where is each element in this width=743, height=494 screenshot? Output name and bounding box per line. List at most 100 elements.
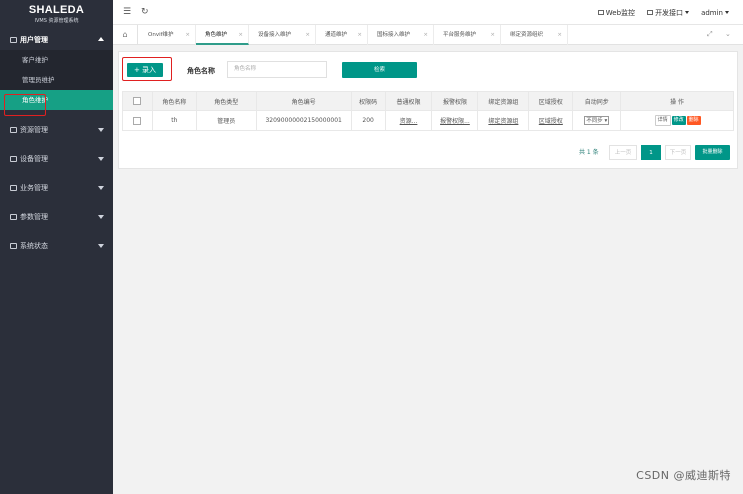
sidebar-item-customer[interactable]: 客户维护 bbox=[0, 50, 113, 70]
tab-bind-resource[interactable]: 绑定资源组织 × bbox=[501, 25, 568, 45]
tab-label: 通道维护 bbox=[325, 32, 348, 38]
cell-actions: 详情 修改 删除 bbox=[620, 110, 734, 131]
highlight-box-add-button bbox=[122, 57, 172, 81]
tab-label: 平台服务维护 bbox=[443, 32, 477, 38]
tab-channel[interactable]: 通道维护 × bbox=[316, 25, 368, 45]
cell-normal-perm: 资源... bbox=[384, 110, 433, 131]
tab-label: 设备接入维护 bbox=[258, 32, 292, 38]
close-icon[interactable]: × bbox=[238, 25, 243, 45]
settings-icon bbox=[10, 214, 17, 220]
delete-button[interactable]: 删除 bbox=[686, 116, 701, 125]
edit-button[interactable]: 修改 bbox=[671, 116, 686, 125]
close-icon[interactable]: × bbox=[185, 25, 190, 45]
select-all-checkbox[interactable] bbox=[133, 97, 142, 105]
highlight-box-role-menu bbox=[4, 94, 46, 116]
monitor-icon bbox=[10, 243, 17, 249]
service-icon bbox=[10, 185, 17, 191]
tab-platform-service[interactable]: 平台服务维护 × bbox=[434, 25, 501, 45]
bind-group-link[interactable]: 绑定资源组 bbox=[488, 118, 518, 125]
column-header: 权限码 bbox=[350, 91, 386, 111]
auto-sync-select[interactable]: 不同步 ▾ bbox=[584, 116, 610, 125]
sidebar-group-resource[interactable]: 资源管理 bbox=[0, 120, 113, 140]
device-icon bbox=[10, 156, 17, 162]
cell-role-code: 32090000002150000001 bbox=[255, 110, 352, 131]
top-header: ☰ ↻ Web监控 开发接口 admin bbox=[113, 0, 743, 25]
chevron-down-icon bbox=[98, 215, 104, 219]
cell-region-auth: 区域授权 bbox=[528, 110, 574, 131]
folder-icon bbox=[10, 127, 17, 133]
batch-delete-button[interactable]: 批量删除 bbox=[695, 145, 730, 160]
sidebar-item-admin[interactable]: 管理员维护 bbox=[0, 70, 113, 90]
tabs-bar: ⌂ Onvif维护 × 角色维护 × 设备接入维护 × 通道维护 × 国标接入维护 × 平… bbox=[113, 25, 743, 45]
column-header: 操 作 bbox=[620, 91, 734, 111]
sidebar-group-user-management[interactable]: 用户管理 bbox=[0, 30, 113, 50]
sidebar-group-label: 参数管理 bbox=[20, 213, 48, 221]
region-auth-link[interactable]: 区域授权 bbox=[539, 118, 563, 125]
alarm-perm-link[interactable]: 报警权限... bbox=[440, 118, 470, 125]
column-header: 角色名称 bbox=[151, 91, 197, 111]
close-icon[interactable]: × bbox=[557, 25, 562, 45]
home-icon[interactable]: ⌂ bbox=[113, 25, 138, 45]
dev-interface-menu[interactable]: 开发接口 bbox=[647, 8, 690, 18]
tab-gb-access[interactable]: 国标接入维护 × bbox=[368, 25, 434, 45]
chevron-down-icon bbox=[98, 244, 104, 248]
column-header: 区域授权 bbox=[528, 91, 574, 111]
close-icon[interactable]: × bbox=[305, 25, 310, 45]
chevron-down-icon bbox=[98, 186, 104, 190]
cell-auto-sync: 不同步 ▾ bbox=[572, 110, 622, 131]
select-all-cell bbox=[122, 91, 153, 111]
page-1-button[interactable]: 1 bbox=[641, 145, 661, 160]
tab-onvif[interactable]: Onvif维护 × bbox=[139, 25, 196, 45]
row-select-cell bbox=[122, 110, 153, 131]
sidebar-group-label: 资源管理 bbox=[20, 126, 48, 134]
tab-label: 绑定资源组织 bbox=[510, 32, 544, 38]
user-name: admin bbox=[701, 9, 723, 17]
column-header: 角色编号 bbox=[255, 91, 352, 111]
column-header: 角色类型 bbox=[195, 91, 257, 111]
search-input[interactable]: 角色名称 bbox=[227, 61, 327, 78]
cell-perm-code: 200 bbox=[350, 110, 386, 131]
next-page-button[interactable]: 下一页 bbox=[665, 145, 691, 160]
web-monitor-label: Web监控 bbox=[605, 9, 636, 17]
table-header-row: 角色名称 角色类型 角色编号 权限码 普通权限 报警权限 绑定资源组 区域授权 … bbox=[122, 91, 734, 111]
menu-icon[interactable]: ☰ bbox=[123, 7, 131, 17]
sidebar-group-label: 设备管理 bbox=[20, 155, 48, 163]
chevron-down-icon[interactable]: ⌄ bbox=[725, 30, 731, 38]
prev-page-button[interactable]: 上一页 bbox=[609, 145, 637, 160]
chevron-up-icon bbox=[98, 37, 104, 41]
column-header: 绑定资源组 bbox=[477, 91, 530, 111]
sidebar-group-service[interactable]: 业务管理 bbox=[0, 178, 113, 198]
tab-label: 国标接入维护 bbox=[377, 32, 411, 38]
logo-title: SHALEDA bbox=[28, 4, 85, 16]
chevron-down-icon bbox=[98, 128, 104, 132]
web-monitor-link[interactable]: Web监控 bbox=[597, 8, 636, 18]
column-header: 报警权限 bbox=[431, 91, 479, 111]
close-icon[interactable]: × bbox=[423, 25, 428, 45]
sidebar-group-device[interactable]: 设备管理 bbox=[0, 149, 113, 169]
chevron-down-icon bbox=[98, 157, 104, 161]
tab-label: Onvif维护 bbox=[148, 32, 174, 38]
normal-perm-link[interactable]: 资源... bbox=[400, 118, 418, 125]
row-checkbox[interactable] bbox=[133, 116, 142, 125]
sidebar-group-status[interactable]: 系统状态 bbox=[0, 236, 113, 256]
chevron-down-icon bbox=[725, 11, 729, 14]
tab-device-access[interactable]: 设备接入维护 × bbox=[249, 25, 316, 45]
close-icon[interactable]: × bbox=[490, 25, 495, 45]
view-button[interactable]: 详情 bbox=[654, 115, 671, 126]
grid-icon bbox=[647, 10, 654, 15]
chevron-down-icon bbox=[685, 11, 690, 14]
table-row: th 管理员 32090000002150000001 200 资源... 报警… bbox=[122, 110, 734, 131]
sidebar: SHALEDA IVMS 资源管理系统 用户管理 客户维护 管理员维护 角色维护… bbox=[0, 0, 113, 494]
expand-icon[interactable]: ⤢ bbox=[707, 30, 713, 39]
sidebar-group-label: 用户管理 bbox=[20, 36, 48, 44]
refresh-icon[interactable]: ↻ bbox=[141, 7, 149, 17]
logo: SHALEDA IVMS 资源管理系统 bbox=[0, 0, 113, 30]
user-menu[interactable]: admin bbox=[701, 9, 729, 17]
column-header: 普通权限 bbox=[384, 91, 433, 111]
close-icon[interactable]: × bbox=[357, 25, 362, 45]
cell-bind-group: 绑定资源组 bbox=[477, 110, 530, 131]
tab-role[interactable]: 角色维护 × bbox=[196, 25, 249, 45]
search-button[interactable]: 检索 bbox=[342, 62, 417, 78]
tab-label: 角色维护 bbox=[205, 32, 228, 38]
sidebar-group-params[interactable]: 参数管理 bbox=[0, 207, 113, 227]
